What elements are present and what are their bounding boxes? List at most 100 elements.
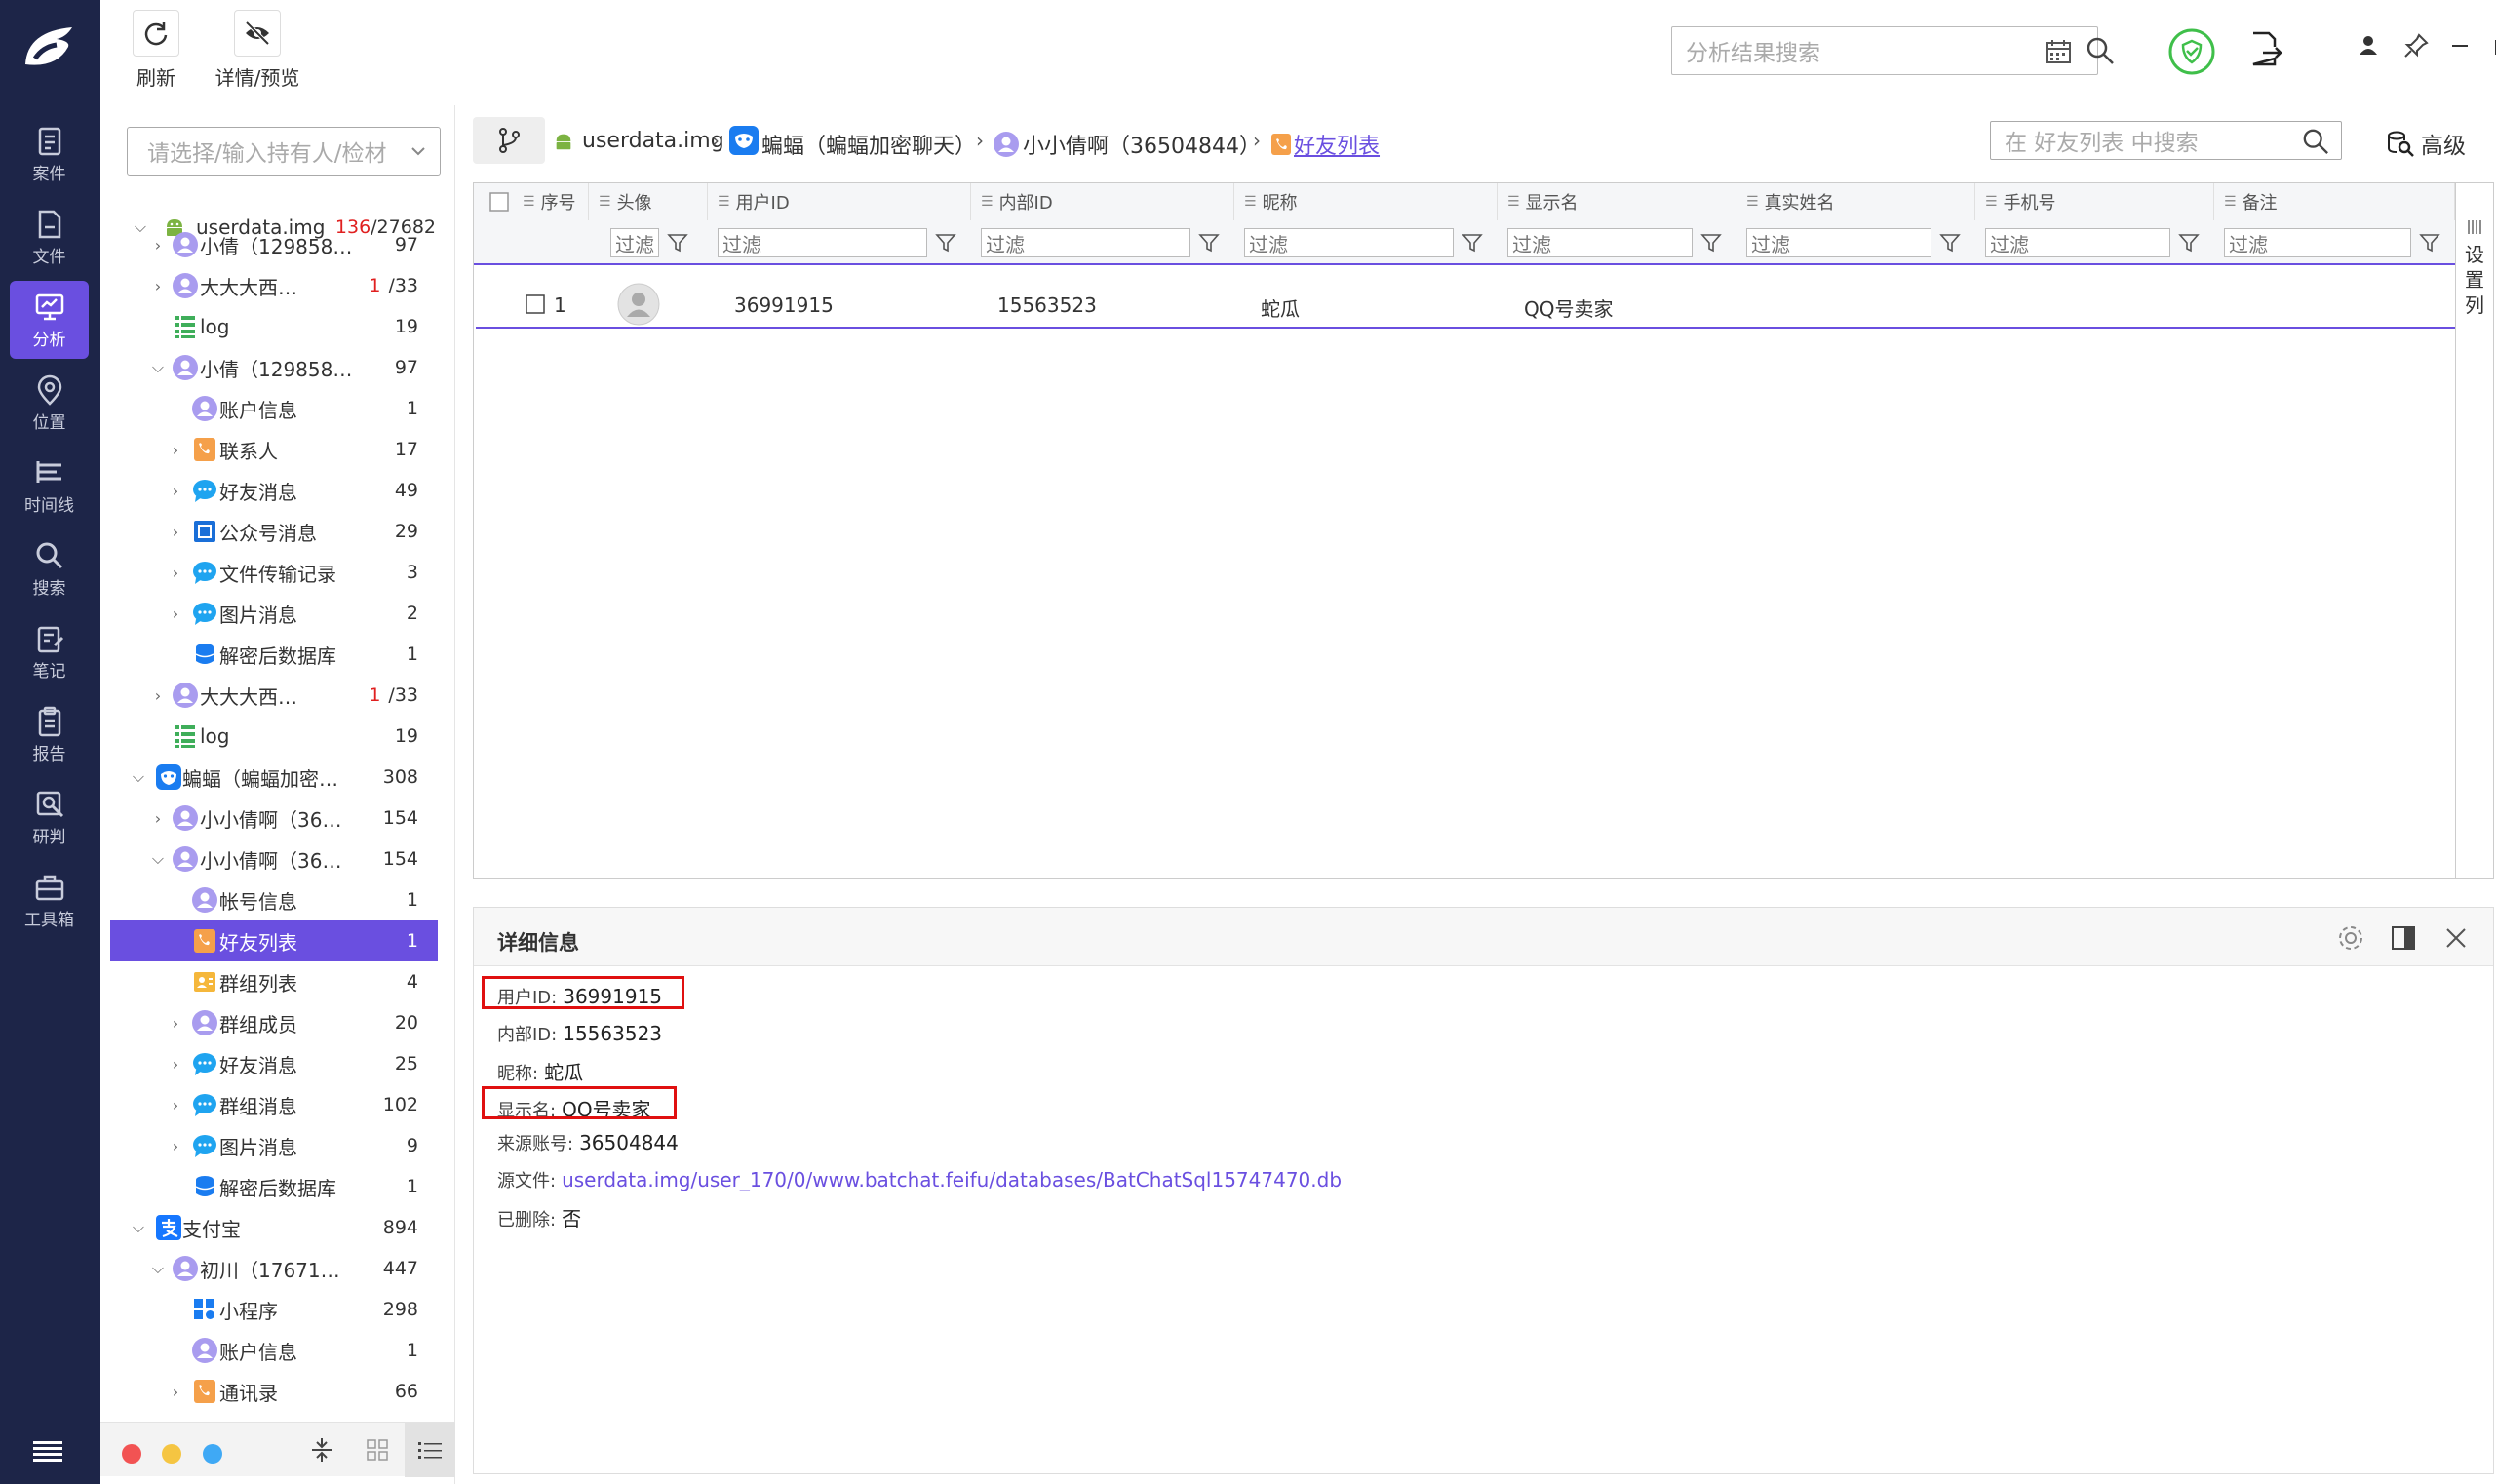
result-search-input[interactable]: 分析结果搜索 (1671, 26, 2098, 75)
column-header[interactable]: ☰ 用户ID (708, 183, 971, 220)
list-view-button[interactable] (405, 1423, 455, 1477)
search-icon[interactable] (2086, 36, 2115, 65)
tree-item[interactable]: ⌵ 蝙蝠（蝙蝠加密… 308 (110, 757, 448, 798)
user-icon[interactable] (2354, 31, 2383, 60)
column-header[interactable]: ☰ 序号 (474, 183, 589, 220)
column-header[interactable]: ☰ 昵称 (1234, 183, 1498, 220)
column-filter-input[interactable]: 过滤 (1985, 228, 2170, 257)
column-menu-icon[interactable]: ☰ (523, 194, 535, 210)
tree-item[interactable]: › 公众号消息 29 (110, 511, 448, 552)
tree-item[interactable]: › 小倩（129858… 97 (110, 224, 448, 265)
column-filter-input[interactable]: 过滤 (1507, 228, 1693, 257)
filter-icon[interactable] (667, 232, 688, 254)
source-file-link[interactable]: userdata.img/user_170/0/www.batchat.feif… (562, 1168, 1342, 1191)
tree-item[interactable]: ⌵ 小倩（129858… 97 (110, 347, 448, 388)
calendar-icon[interactable] (2045, 39, 2072, 64)
nav-item-timeline[interactable]: 时间线 (10, 447, 89, 525)
search-icon[interactable] (2302, 128, 2329, 155)
export-icon[interactable] (2245, 29, 2284, 68)
chevron-right-icon[interactable]: › (167, 1137, 184, 1155)
column-filter-input[interactable]: 过滤 (2224, 228, 2411, 257)
tree-item[interactable]: ⌵ 初川（17671… 447 (110, 1248, 448, 1289)
chevron-right-icon[interactable]: › (149, 809, 167, 828)
column-menu-icon[interactable]: ☰ (1507, 194, 1520, 210)
chevron-down-icon[interactable]: ⌵ (130, 767, 147, 786)
breadcrumb-item-userdata[interactable]: userdata.img (553, 129, 724, 153)
chevron-down-icon[interactable]: ⌵ (149, 849, 167, 868)
nav-item-toolbox[interactable]: 工具箱 (10, 861, 89, 939)
nav-item-analysis[interactable]: 分析 (10, 281, 89, 359)
tree-item[interactable]: › 小小倩啊（36… 154 (110, 798, 448, 839)
chevron-right-icon[interactable]: › (167, 605, 184, 623)
column-header[interactable]: ☰ 内部ID (971, 183, 1234, 220)
tree-item[interactable]: 帐号信息 1 (110, 879, 448, 920)
status-dot-yellow[interactable] (162, 1444, 181, 1464)
gear-icon[interactable] (2336, 923, 2365, 953)
tree-item[interactable]: log 19 (110, 306, 448, 347)
column-header[interactable]: ☰ 备注 (2214, 183, 2455, 220)
detail-preview-button[interactable]: 详情/预览 (204, 10, 311, 91)
tree-item[interactable]: › 联系人 17 (110, 429, 448, 470)
tree-item[interactable]: › 群组成员 20 (110, 1002, 448, 1043)
chevron-right-icon[interactable]: › (167, 1055, 184, 1074)
column-filter-input[interactable]: 过滤 (1244, 228, 1454, 257)
chevron-down-icon[interactable]: ⌵ (130, 1218, 147, 1236)
chevron-down-icon[interactable]: ⌵ (149, 358, 167, 376)
column-filter-input[interactable]: 过滤 (1746, 228, 1931, 257)
column-header[interactable]: ☰ 真实姓名 (1736, 183, 1975, 220)
nav-item-file[interactable]: 文件 (10, 198, 89, 276)
chevron-right-icon[interactable]: › (167, 1383, 184, 1401)
tree-item[interactable]: ⌵ 支付宝 894 (110, 1207, 448, 1248)
nav-item-case[interactable]: 案件 (10, 115, 89, 193)
tree-item[interactable]: 好友列表 1 (110, 920, 438, 961)
status-dot-blue[interactable] (203, 1444, 222, 1464)
tree-item[interactable]: › 好友消息 49 (110, 470, 448, 511)
breadcrumb-item-account[interactable]: 小小倩啊（36504844） (994, 129, 1261, 160)
tree-item[interactable]: › 群组消息 102 (110, 1084, 448, 1125)
tree-item[interactable]: › 好友消息 25 (110, 1043, 448, 1084)
tree-item[interactable]: 账户信息 1 (110, 388, 448, 429)
tree-item[interactable]: 解密后数据库 1 (110, 634, 448, 675)
tree-item[interactable]: 账户信息 1 (110, 1330, 448, 1371)
chevron-right-icon[interactable]: › (149, 277, 167, 295)
column-menu-icon[interactable]: ☰ (1985, 194, 1998, 210)
shield-check-icon[interactable] (2167, 27, 2216, 76)
tree-item[interactable]: › 图片消息 2 (110, 593, 448, 634)
menu-icon[interactable] (33, 1441, 62, 1463)
chevron-right-icon[interactable]: › (167, 523, 184, 541)
advanced-search-button[interactable]: 高级 (2386, 127, 2466, 160)
column-menu-icon[interactable]: ☰ (1746, 194, 1759, 210)
holder-select[interactable]: 请选择/输入持有人/检材 (127, 127, 441, 176)
nav-item-note[interactable]: 笔记 (10, 612, 89, 690)
chevron-right-icon[interactable]: › (149, 686, 167, 705)
minimize-icon[interactable] (2445, 31, 2475, 60)
filter-icon[interactable] (1462, 232, 1483, 254)
filter-icon[interactable] (1198, 232, 1220, 254)
column-filter-input[interactable]: 过滤 (610, 228, 659, 257)
tree-item[interactable]: 群组列表 4 (110, 961, 448, 1002)
column-filter-input[interactable]: 过滤 (981, 228, 1190, 257)
filter-icon[interactable] (1939, 232, 1961, 254)
nav-item-report[interactable]: 报告 (10, 695, 89, 773)
column-menu-icon[interactable]: ☰ (718, 194, 730, 210)
breadcrumb-item-friends[interactable]: 好友列表 (1270, 129, 1380, 160)
chevron-right-icon[interactable]: › (167, 1096, 184, 1114)
nav-item-location[interactable]: 位置 (10, 364, 89, 442)
column-menu-icon[interactable]: ☰ (2224, 194, 2237, 210)
column-header[interactable]: ☰ 手机号 (1975, 183, 2214, 220)
column-header[interactable]: ☰ 显示名 (1498, 183, 1736, 220)
pin-icon[interactable] (2401, 31, 2431, 60)
tree-item[interactable]: 小程序 298 (110, 1289, 448, 1330)
chevron-right-icon[interactable]: › (149, 236, 167, 254)
row-checkbox[interactable] (526, 294, 545, 314)
column-header[interactable]: ☰ 头像 (589, 183, 708, 220)
chevron-right-icon[interactable]: › (167, 1014, 184, 1033)
set-columns-button[interactable]: 设 置 列 (2456, 182, 2494, 879)
tree-item[interactable]: › 大大大西… 1/33 (110, 675, 448, 716)
restore-icon[interactable] (2489, 31, 2496, 60)
nav-item-search[interactable]: 搜索 (10, 529, 89, 607)
nav-item-judge[interactable]: 研判 (10, 778, 89, 856)
filter-icon[interactable] (2419, 232, 2440, 254)
branch-button[interactable] (473, 117, 545, 164)
tree-item[interactable]: › 文件传输记录 3 (110, 552, 448, 593)
